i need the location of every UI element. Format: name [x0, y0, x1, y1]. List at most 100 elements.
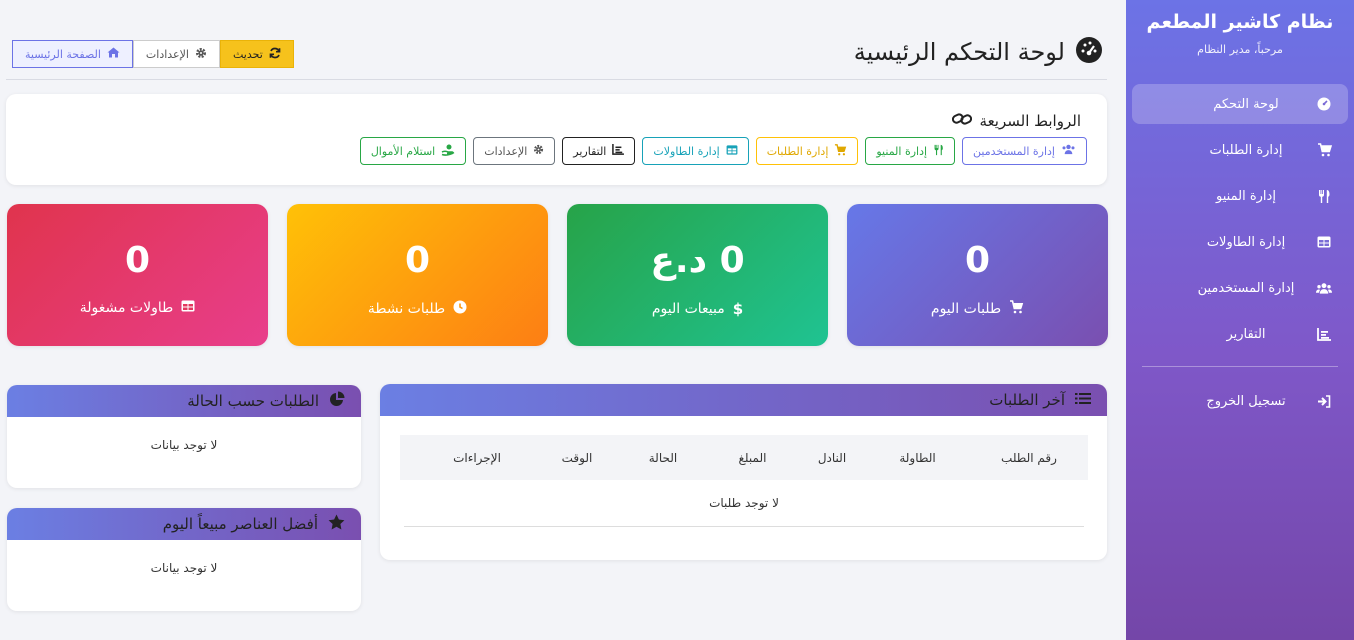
- stat-label: طلبات اليوم: [930, 301, 1002, 317]
- home-icon: [107, 47, 120, 61]
- sidebar-item-label: لوحة التحكم: [1213, 96, 1279, 112]
- gear-icon: [195, 47, 207, 62]
- orders-by-status-card: الطلبات حسب الحالة لا توجد بيانات: [7, 385, 361, 488]
- cart-icon: [834, 143, 847, 159]
- stat-value: 0 د.ع: [650, 240, 745, 281]
- no-data-message: لا توجد بيانات: [150, 561, 218, 575]
- sidebar-item-tables[interactable]: إدارة الطاولات: [1132, 222, 1348, 262]
- star-icon: [328, 514, 345, 534]
- empty-orders-message: لا توجد طلبات: [404, 480, 1084, 527]
- refresh-label: تحديث: [232, 47, 263, 61]
- column-header: رقم الطلب: [1001, 450, 1057, 465]
- refresh-button[interactable]: تحديث: [219, 40, 294, 68]
- stat-card-occupied-tables: 0 طاولات مشغولة: [7, 204, 268, 346]
- quick-link-tables[interactable]: إدارة الطاولات: [642, 137, 749, 165]
- orders-by-status-header: الطلبات حسب الحالة: [7, 385, 361, 417]
- main-content: لوحة التحكم الرئيسية تحديث الإعدادات الص…: [6, 0, 1108, 640]
- quick-link-settings[interactable]: الإعدادات: [473, 137, 556, 165]
- breadcrumb-settings[interactable]: الإعدادات: [132, 40, 220, 68]
- gear-icon: [533, 144, 544, 158]
- stat-value: 0: [124, 240, 151, 281]
- stat-label: طاولات مشغولة: [79, 300, 174, 316]
- best-sellers-card: أفضل العناصر مبيعاً اليوم لا توجد بيانات: [7, 508, 361, 611]
- stat-card-today-orders: 0 طلبات اليوم: [847, 204, 1108, 346]
- orders-by-status-title: الطلبات حسب الحالة: [187, 392, 319, 410]
- quick-link-label: إدارة الطلبات: [766, 144, 829, 158]
- quick-link-label: إدارة المستخدمين: [973, 144, 1055, 158]
- column-header: الوقت: [561, 450, 593, 465]
- stat-card-active-orders: 0 طلبات نشطة: [287, 204, 548, 346]
- table-icon: [726, 144, 738, 158]
- users-icon: [1061, 144, 1076, 158]
- list-icon: [1075, 391, 1091, 409]
- quick-link-users[interactable]: إدارة المستخدمين: [962, 137, 1087, 165]
- no-data-message: لا توجد بيانات: [150, 438, 218, 452]
- stat-label: مبيعات اليوم: [651, 301, 725, 317]
- link-icon: [951, 112, 972, 130]
- sidebar-item-logout[interactable]: تسجيل الخروج: [1132, 381, 1348, 421]
- column-header: المبلغ: [738, 450, 767, 465]
- stat-value: 0: [964, 240, 991, 281]
- sidebar-item-orders[interactable]: إدارة الطلبات: [1132, 130, 1348, 170]
- sidebar-item-users[interactable]: إدارة المستخدمين: [1132, 268, 1348, 308]
- chart-icon: [612, 144, 625, 158]
- brand-title: نظام كاشير المطعم: [1146, 11, 1334, 33]
- chart-icon: [1316, 326, 1332, 342]
- table-icon: [1316, 234, 1332, 250]
- sidebar-item-label: إدارة المنيو: [1216, 188, 1276, 204]
- stat-label-row: طلبات نشطة: [287, 300, 548, 318]
- column-header: الطاولة: [899, 450, 936, 465]
- utensils-icon: [933, 144, 944, 159]
- quick-links-title: الروابط السريعة: [979, 112, 1081, 130]
- stat-label-row: طاولات مشغولة: [7, 300, 268, 316]
- quick-link-orders[interactable]: إدارة الطلبات: [755, 137, 859, 165]
- quick-link-reports[interactable]: التقارير: [562, 137, 636, 165]
- sidebar-item-label: التقارير: [1226, 326, 1266, 342]
- clock-icon: [453, 300, 467, 318]
- sidebar-item-dashboard[interactable]: لوحة التحكم: [1132, 84, 1348, 124]
- quick-link-label: إدارة المنيو: [876, 144, 928, 158]
- sidebar-divider: [1142, 366, 1338, 367]
- page-header: لوحة التحكم الرئيسية تحديث الإعدادات الص…: [6, 36, 1107, 80]
- hand-money-icon: [441, 144, 455, 159]
- sidebar-item-menu[interactable]: إدارة المنيو: [1132, 176, 1348, 216]
- welcome-text: مرحباً، مدير النظام: [1197, 43, 1283, 56]
- sidebar-item-label: إدارة الطلبات: [1209, 142, 1283, 158]
- page-title: لوحة التحكم الرئيسية: [854, 36, 1103, 68]
- quick-links-card: الروابط السريعة إدارة المستخدمين إدارة ا…: [6, 94, 1107, 185]
- column-header: النادل: [817, 450, 847, 465]
- brand: نظام كاشير المطعم مرحباً، مدير النظام: [1126, 0, 1354, 56]
- sidebar-item-reports[interactable]: التقارير: [1132, 314, 1348, 354]
- column-header: الإجراءات: [453, 450, 501, 465]
- page-title-text: لوحة التحكم الرئيسية: [853, 38, 1065, 66]
- breadcrumb-home-label: الصفحة الرئيسية: [25, 47, 101, 61]
- logout-icon: [1316, 393, 1332, 409]
- stat-value: 0: [404, 240, 431, 281]
- quick-link-cash-receipt[interactable]: استلام الأموال: [359, 137, 467, 165]
- quick-link-label: استلام الأموال: [370, 144, 436, 158]
- gauge-icon: [1316, 96, 1332, 112]
- sidebar-nav: لوحة التحكم إدارة الطلبات إدارة المنيو إ…: [1126, 84, 1354, 421]
- sidebar-item-label: إدارة الطاولات: [1206, 234, 1286, 250]
- quick-links-list: إدارة المستخدمين إدارة المنيو إدارة الطل…: [359, 137, 1087, 165]
- breadcrumb-home[interactable]: الصفحة الرئيسية: [12, 40, 133, 68]
- quick-link-label: التقارير: [573, 144, 607, 158]
- recent-orders-title: آخر الطلبات: [989, 391, 1065, 409]
- stat-card-today-sales: 0 د.ع $ مبيعات اليوم: [567, 204, 828, 346]
- recent-orders-header: آخر الطلبات: [380, 384, 1107, 416]
- quick-link-label: الإعدادات: [484, 144, 528, 158]
- users-icon: [1316, 280, 1332, 296]
- cart-icon: [1316, 142, 1332, 158]
- quick-link-menu[interactable]: إدارة المنيو: [865, 137, 956, 165]
- sidebar: نظام كاشير المطعم مرحباً، مدير النظام لو…: [1126, 0, 1354, 640]
- breadcrumb-settings-label: الإعدادات: [145, 47, 189, 61]
- table-header: رقم الطلب الطاولة النادل المبلغ الحالة ا…: [400, 435, 1088, 480]
- best-sellers-title: أفضل العناصر مبيعاً اليوم: [162, 515, 318, 533]
- sidebar-item-label: إدارة المستخدمين: [1197, 280, 1295, 296]
- logout-label: تسجيل الخروج: [1206, 393, 1286, 409]
- stat-label-row: $ مبيعات اليوم: [567, 300, 828, 318]
- utensils-icon: [1316, 188, 1332, 204]
- column-header: الحالة: [648, 450, 678, 465]
- quick-link-label: إدارة الطاولات: [653, 144, 720, 158]
- refresh-icon: [269, 47, 281, 62]
